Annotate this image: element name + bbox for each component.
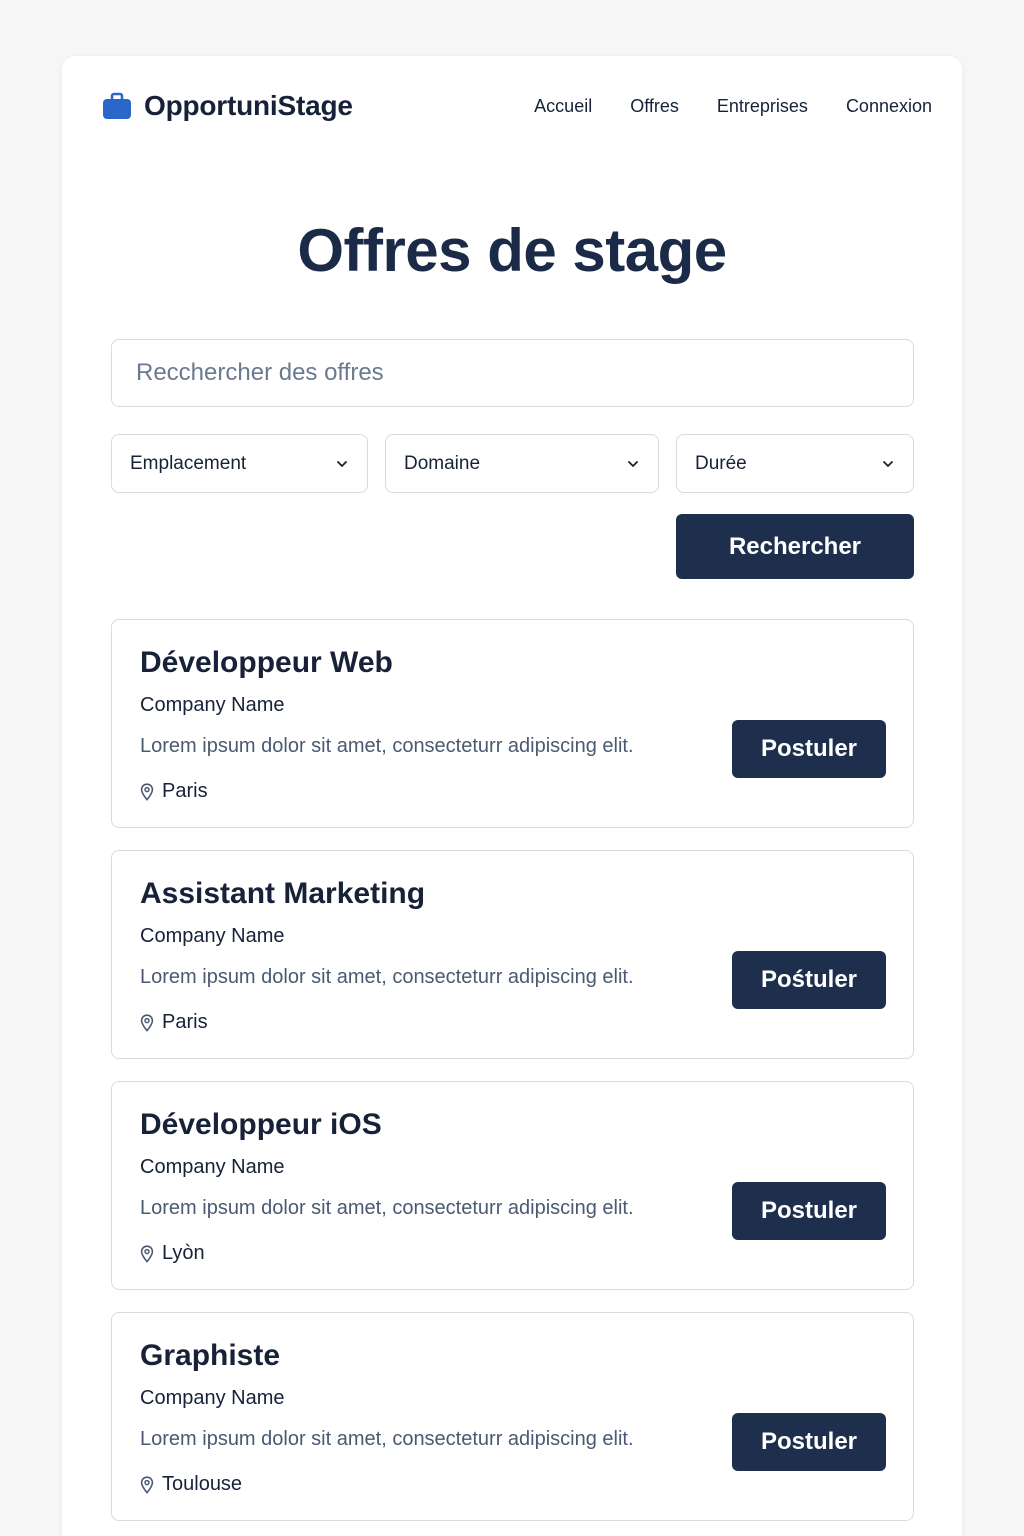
map-pin-icon <box>140 1013 154 1032</box>
briefcase-icon <box>103 92 131 119</box>
apply-button[interactable]: Pośtuler <box>732 951 886 1009</box>
offer-card: Développeur iOS Company Name Lorem ipsum… <box>111 1081 914 1290</box>
domain-select[interactable]: Domaine <box>385 434 659 493</box>
offer-card: Développeur Web Company Name Lorem ipsum… <box>111 619 914 828</box>
map-pin-icon <box>140 782 154 801</box>
duration-select-label: Durée <box>695 452 747 474</box>
offer-company: Company Name <box>140 694 285 716</box>
chevron-down-icon <box>337 460 347 467</box>
top-navbar: OpportuniStage Accueil Offres Entreprise… <box>102 86 932 126</box>
offer-location-label: Paris <box>162 1011 208 1033</box>
offer-location-label: Lyòn <box>162 1242 205 1264</box>
offer-location: Paris <box>140 780 208 803</box>
offer-description: Lorem ipsum dolor sit amet, consecteturr… <box>140 1197 634 1219</box>
offer-location-label: Paris <box>162 780 208 802</box>
nav-link-offres[interactable]: Offres <box>630 96 679 117</box>
offer-location: Paris <box>140 1011 208 1034</box>
offer-location: Toulouse <box>140 1473 242 1496</box>
offer-location-label: Toulouse <box>162 1473 243 1495</box>
map-pin-icon <box>140 1475 154 1494</box>
offer-list: Développeur Web Company Name Lorem ipsum… <box>111 619 914 1536</box>
main-card: OpportuniStage Accueil Offres Entreprise… <box>62 56 962 1536</box>
apply-button[interactable]: Postuler <box>732 720 886 778</box>
offer-description: Lorem ipsum dolor sit amet, consecteturr… <box>140 1428 634 1450</box>
domain-select-label: Domaine <box>404 452 481 474</box>
offer-location: Lyòn <box>140 1242 205 1265</box>
offer-card: Assistant Marketing Company Name Lorem i… <box>111 850 914 1059</box>
map-pin-icon <box>140 1244 154 1263</box>
offer-description: Lorem ipsum dolor sit amet, consecteturr… <box>140 966 634 988</box>
page-title: Offres de stage <box>297 217 727 284</box>
location-select[interactable]: Emplacement <box>111 434 368 493</box>
apply-button[interactable]: Postuler <box>732 1182 886 1240</box>
offer-company: Company Name <box>140 1387 285 1409</box>
offer-title[interactable]: Développeur iOS <box>140 1108 382 1142</box>
chevron-down-icon <box>628 460 638 467</box>
location-select-label: Emplacement <box>130 452 247 474</box>
duration-select[interactable]: Durée <box>676 434 914 493</box>
offer-title[interactable]: Graphiste <box>140 1339 280 1373</box>
offer-company: Company Name <box>140 925 285 947</box>
offer-card: Graphiste Company Name Lorem ipsum dolor… <box>111 1312 914 1521</box>
app-name: OpportuniStage <box>144 90 353 121</box>
offer-title[interactable]: Assistant Marketing <box>140 877 425 911</box>
offer-company: Company Name <box>140 1156 285 1178</box>
nav-links: Accueil Offres Entreprises Connexion <box>534 96 932 117</box>
search-button[interactable]: Rechercher <box>676 514 914 579</box>
apply-button[interactable]: Postuler <box>732 1413 886 1471</box>
nav-link-entreprises[interactable]: Entreprises <box>717 96 808 117</box>
chevron-down-icon <box>883 460 893 467</box>
offer-description: Lorem ipsum dolor sit amet, consecteturr… <box>140 735 634 757</box>
offer-title[interactable]: Développeur Web <box>140 646 393 680</box>
nav-link-connexion[interactable]: Connexion <box>846 96 932 117</box>
search-input[interactable] <box>111 339 914 407</box>
nav-link-accueil[interactable]: Accueil <box>534 96 592 117</box>
brand[interactable]: OpportuniStage <box>102 90 353 122</box>
